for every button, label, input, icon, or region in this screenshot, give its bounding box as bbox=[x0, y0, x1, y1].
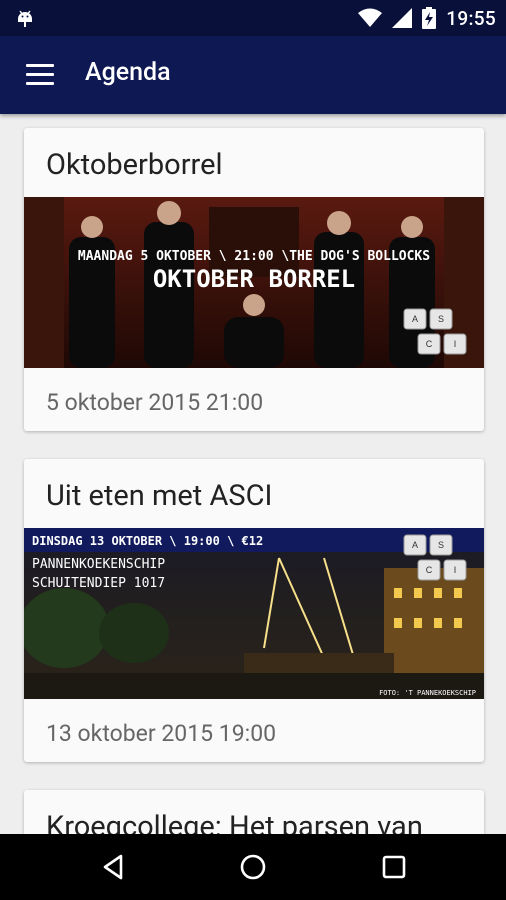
android-debug-icon bbox=[18, 10, 32, 27]
banner-line-3: SCHUITENDIEP 1017 bbox=[32, 576, 165, 591]
svg-text:A: A bbox=[412, 540, 418, 550]
svg-text:A: A bbox=[412, 314, 418, 324]
photo-credit: FOTO: 'T PANNEKOEKSCHIP bbox=[379, 689, 476, 697]
back-icon[interactable] bbox=[99, 852, 129, 882]
event-banner-image: DINSDAG 13 OKTOBER \ 19:00 \ €12 PANNENK… bbox=[24, 528, 484, 699]
svg-text:C: C bbox=[426, 565, 433, 575]
event-title: Oktoberborrel bbox=[46, 148, 223, 182]
event-card[interactable]: Uit eten met ASCI DINSDAG 13 OKTOBER \ 1… bbox=[24, 459, 484, 762]
event-title: Uit eten met ASCI bbox=[46, 479, 273, 513]
banner-line-1: MAANDAG 5 OKTOBER \ 21:00 \THE DOG'S BOL… bbox=[78, 249, 430, 264]
banner-line-1: DINSDAG 13 OKTOBER \ 19:00 \ €12 bbox=[32, 534, 263, 548]
event-banner-image: MAANDAG 5 OKTOBER \ 21:00 \THE DOG'S BOL… bbox=[24, 197, 484, 368]
event-date: 5 oktober 2015 21:00 bbox=[46, 389, 264, 416]
status-bar: 19:55 bbox=[0, 0, 506, 36]
page-title: Agenda bbox=[85, 58, 171, 87]
event-card[interactable]: Kroegcollege: Het parsen van bbox=[24, 790, 484, 834]
svg-text:C: C bbox=[426, 339, 433, 349]
battery-charging-icon bbox=[422, 7, 437, 29]
event-card[interactable]: Oktoberborrel MAANDAG 5 OKTOBER \ 21:00 … bbox=[24, 128, 484, 431]
recents-icon[interactable] bbox=[379, 852, 409, 882]
banner-line-2: OKTOBER BORREL bbox=[153, 265, 355, 293]
status-time: 19:55 bbox=[446, 6, 496, 30]
banner-line-2: PANNENKOEKENSCHIP bbox=[32, 557, 165, 572]
signal-icon bbox=[392, 8, 413, 28]
svg-text:I: I bbox=[454, 339, 457, 349]
hamburger-menu-icon[interactable] bbox=[26, 64, 54, 86]
home-icon[interactable] bbox=[238, 852, 268, 882]
svg-text:S: S bbox=[438, 314, 444, 324]
app-bar: Agenda bbox=[0, 36, 506, 114]
wifi-icon bbox=[358, 8, 383, 27]
svg-text:S: S bbox=[438, 540, 444, 550]
event-date: 13 oktober 2015 19:00 bbox=[46, 720, 277, 747]
navigation-bar bbox=[0, 834, 506, 900]
event-list[interactable]: Oktoberborrel MAANDAG 5 OKTOBER \ 21:00 … bbox=[0, 114, 506, 834]
event-title: Kroegcollege: Het parsen van bbox=[46, 810, 423, 834]
svg-text:I: I bbox=[454, 565, 457, 575]
